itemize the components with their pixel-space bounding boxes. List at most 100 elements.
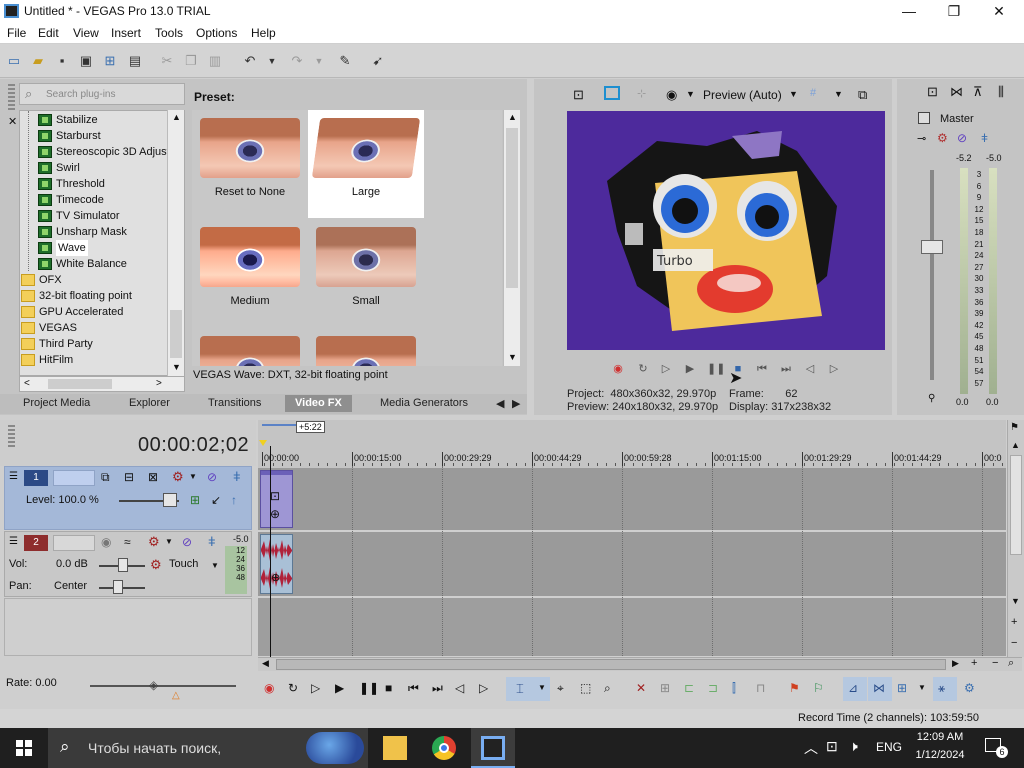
pan-slider-handle[interactable] — [113, 580, 123, 594]
loop-region-bar[interactable] — [262, 424, 296, 426]
composite-parent-icon[interactable]: ⊞ — [190, 493, 200, 507]
zoom-tool-icon[interactable]: ⌕ — [604, 681, 611, 696]
solo-icon[interactable]: ǂ — [981, 131, 988, 145]
scroll-left-icon[interactable]: < — [24, 378, 30, 389]
edit-tool-icon[interactable]: ⌶ — [516, 681, 524, 697]
network-icon[interactable]: ⊡ — [826, 738, 838, 755]
master-checkbox[interactable] — [918, 112, 930, 124]
downmix-icon[interactable]: ⊼ — [973, 84, 983, 100]
play-icon[interactable]: ▶ — [335, 681, 344, 695]
ripple-edit-icon[interactable]: ⊞ — [897, 681, 907, 695]
volume-muted-icon[interactable]: 🕨 — [849, 738, 858, 755]
pan-crop-icon[interactable]: ⊟ — [124, 470, 134, 484]
scroll-left-icon[interactable]: ◀ — [262, 658, 269, 669]
render-icon[interactable]: ⊞ — [101, 52, 119, 70]
taskbar-search-box[interactable]: ⌕ Чтобы начать поиск, — [48, 728, 368, 768]
clock-time[interactable]: 12:09 AM — [914, 731, 966, 743]
help-pointer-icon[interactable]: ➹ — [369, 52, 387, 70]
save-icon[interactable]: ▪ — [53, 52, 71, 70]
search-plugins-box[interactable]: ⌕ Search plug-ins — [19, 83, 185, 105]
envelope-tool-icon[interactable]: ⌖ — [557, 681, 564, 696]
master-fader-handle[interactable] — [921, 240, 943, 254]
preset-reset-to-none[interactable]: Reset to None — [192, 110, 308, 218]
lock-envelopes-icon[interactable]: ⚹ — [938, 681, 945, 696]
cursor-marker-icon[interactable] — [259, 440, 267, 446]
selection-tool-icon[interactable]: ⬚ — [580, 681, 591, 695]
menu-tools[interactable]: Tools — [155, 26, 183, 40]
preset-small[interactable]: Small — [308, 219, 424, 327]
loop-playback-icon[interactable]: ↻ — [288, 681, 298, 695]
solo-track-icon[interactable]: ǂ — [208, 534, 216, 549]
quality-dropdown-icon[interactable]: ▼ — [686, 89, 695, 99]
hscroll-thumb[interactable] — [48, 379, 112, 389]
scroll-up-icon[interactable]: ▲ — [1011, 440, 1020, 450]
hscroll-thumb[interactable] — [276, 659, 946, 670]
marker-bar[interactable] — [258, 420, 1006, 448]
previous-frame-icon[interactable]: ◁ — [803, 363, 817, 375]
lock-icon[interactable]: ⊓ — [756, 681, 765, 695]
play-icon[interactable]: ▶ — [683, 363, 697, 375]
scroll-right-icon[interactable]: > — [156, 378, 162, 389]
delete-icon[interactable]: ✕ — [636, 681, 646, 695]
copy-snapshot-icon[interactable]: ⧉ — [858, 87, 867, 103]
marker-flag-icon[interactable]: ⚑ — [1010, 422, 1019, 433]
record-icon[interactable]: ◉ — [611, 363, 625, 375]
tab-media-generators[interactable]: Media Generators — [380, 397, 468, 409]
stop-icon[interactable]: ■ — [385, 681, 392, 695]
windows-start-icon[interactable] — [16, 740, 32, 756]
loop-playback-icon[interactable]: ↻ — [636, 363, 650, 375]
preview-mode-select[interactable]: Preview (Auto) — [703, 88, 782, 102]
event-pan-crop-icon[interactable]: ⊡ — [270, 489, 280, 503]
ripple-dropdown-icon[interactable]: ▼ — [918, 683, 926, 692]
playhead-cursor[interactable] — [270, 446, 271, 668]
external-monitor-icon[interactable] — [604, 86, 620, 100]
next-frame-icon[interactable]: ▷ — [827, 363, 841, 375]
scroll-up-icon[interactable]: ▲ — [508, 112, 517, 122]
track-fx-dropdown-icon[interactable]: ▼ — [189, 472, 197, 481]
show-hidden-icons-icon[interactable]: ︿ — [804, 738, 818, 758]
video-event-clip[interactable]: ⊡ ⊕ — [260, 470, 293, 528]
mute-track-icon[interactable]: ⊘ — [207, 470, 217, 484]
maximize-button[interactable]: ❐ — [931, 0, 977, 23]
track-expand-icon[interactable]: ☰ — [9, 536, 18, 547]
video-track-header[interactable]: ☰ 1 ⧉ ⊟ ⊠ ⚙ ▼ ⊘ ǂ Level: 100.0 % ⊞ ↙ ↑ — [4, 466, 252, 530]
tree-horizontal-scrollbar[interactable]: < > — [19, 376, 185, 392]
overlays-icon[interactable]: # — [810, 87, 816, 99]
pause-icon[interactable]: ❚❚ — [359, 681, 379, 695]
record-icon[interactable]: ◉ — [264, 681, 274, 695]
undo-dropdown-icon[interactable]: ▼ — [263, 52, 281, 70]
cut-icon[interactable]: ✂ — [158, 52, 176, 70]
cursor-timecode[interactable]: 00:00:02;02 — [138, 434, 249, 457]
menu-insert[interactable]: Insert — [111, 26, 141, 40]
make-compositing-parent-icon[interactable]: ↑ — [231, 493, 237, 507]
zoom-in-icon[interactable]: + — [971, 657, 977, 669]
tree-vertical-scrollbar[interactable]: ▲ ▼ — [167, 110, 184, 376]
menu-file[interactable]: File — [7, 26, 26, 40]
go-to-end-icon[interactable]: ⏭ — [779, 363, 793, 375]
mute-icon[interactable]: ⊘ — [957, 131, 967, 145]
track-zoom-out-icon[interactable]: − — [1011, 637, 1017, 649]
preset-medium[interactable]: Medium — [192, 219, 308, 327]
compositing-mode-icon[interactable]: ⊠ — [148, 470, 158, 484]
zoom-tool-icon[interactable]: ⌕ — [1008, 657, 1014, 670]
edit-tool-dropdown-icon[interactable]: ▼ — [538, 683, 546, 692]
redo-dropdown-icon[interactable]: ▼ — [310, 52, 328, 70]
play-from-start-icon[interactable]: ▷ — [311, 681, 320, 695]
chrome-icon[interactable] — [432, 736, 456, 760]
ignore-grouping-icon[interactable]: ⚙ — [964, 681, 975, 695]
automation-dropdown-icon[interactable]: ▼ — [211, 561, 219, 570]
clock-date[interactable]: 1/12/2024 — [910, 749, 970, 761]
rate-slider-handle[interactable]: ◈ — [149, 678, 158, 692]
arm-record-icon[interactable]: ◉ — [101, 535, 111, 549]
tab-transitions[interactable]: Transitions — [208, 397, 261, 409]
preset-row-3b[interactable] — [308, 328, 424, 366]
brush-icon[interactable]: ✎ — [336, 52, 354, 70]
split-screen-icon[interactable]: ⊹ — [637, 87, 646, 100]
vegas-app-taskbar-icon[interactable] — [481, 736, 505, 760]
snapping-icon[interactable]: ⊿ — [848, 681, 858, 695]
track-expand-icon[interactable]: ☰ — [9, 471, 18, 482]
taskbar-search-input[interactable]: Чтобы начать поиск, — [88, 740, 221, 756]
scroll-right-icon[interactable]: ▶ — [952, 658, 959, 669]
save-as-icon[interactable]: ▣ — [77, 52, 95, 70]
solo-track-icon[interactable]: ǂ — [233, 469, 241, 484]
